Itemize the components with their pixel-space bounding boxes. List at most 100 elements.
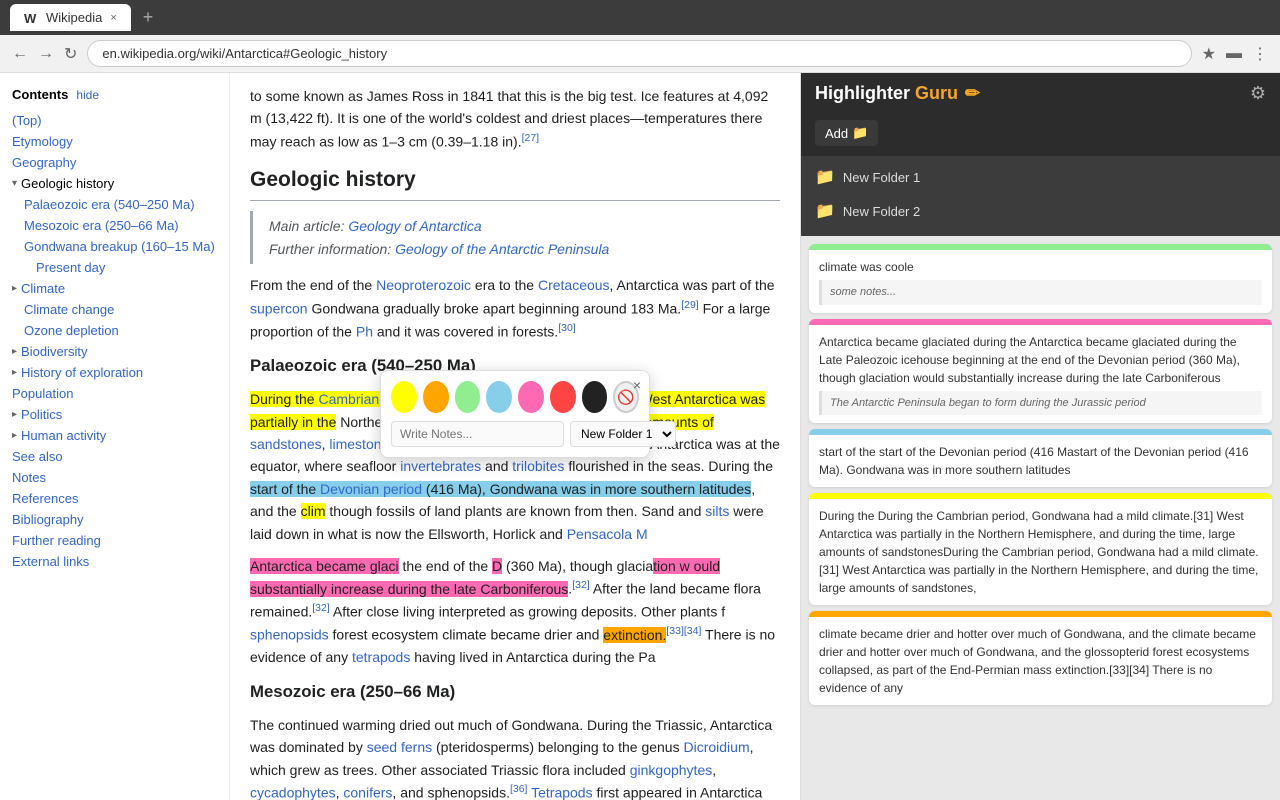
color-swatch-black[interactable] xyxy=(582,381,608,413)
extensions-icon[interactable]: ▬ xyxy=(1226,45,1242,63)
reload-button[interactable]: ↻ xyxy=(64,44,77,64)
new-tab-button[interactable]: + xyxy=(143,7,154,28)
color-swatch-pink[interactable] xyxy=(518,381,544,413)
bookmark-icon[interactable]: ★ xyxy=(1202,44,1216,64)
forward-button[interactable]: → xyxy=(38,45,54,63)
toggle-icon: ▾ xyxy=(12,178,17,189)
sidebar-item-notes[interactable]: Notes xyxy=(0,467,229,488)
highlight-card-2: Antarctica became glaciated during the A… xyxy=(809,319,1272,424)
sidebar-item-mesozoic[interactable]: Mesozoic era (250–66 Ma) xyxy=(0,215,229,236)
hl-devonian-end: D xyxy=(492,558,502,574)
back-button[interactable]: ← xyxy=(12,45,28,63)
folder-select-dropdown[interactable]: New Folder 1 New Folder 2 xyxy=(570,421,676,447)
devonian-period-link[interactable]: Devonian period xyxy=(320,481,422,497)
highlight-card-5: climate became drier and hotter over muc… xyxy=(809,611,1272,705)
color-swatch-row: 🚫 xyxy=(391,381,639,413)
sidebar-item-bibliography[interactable]: Bibliography xyxy=(0,509,229,530)
toggle-icon: ▸ xyxy=(12,283,17,294)
seed-ferns-link[interactable]: seed ferns xyxy=(367,739,432,755)
highlight-note-1: some notes... xyxy=(819,280,1262,305)
sidebar-item-politics[interactable]: ▸ Politics xyxy=(0,404,229,425)
highlight-body-3: start of the start of the Devonian perio… xyxy=(809,435,1272,487)
color-swatch-yellow[interactable] xyxy=(391,381,417,413)
sidebar-item-history-exploration[interactable]: ▸ History of exploration xyxy=(0,362,229,383)
neoproterozoic-link[interactable]: Neoproterozoic xyxy=(376,277,471,293)
sidebar-item-ozone[interactable]: Ozone depletion xyxy=(0,320,229,341)
silts-link[interactable]: silts xyxy=(705,503,729,519)
tetrapods-link2[interactable]: tetrapods xyxy=(352,649,410,665)
color-swatch-red[interactable] xyxy=(550,381,576,413)
folder-item-2[interactable]: 📁 New Folder 2 xyxy=(801,194,1280,228)
ginkgophytes-link[interactable]: ginkgophytes xyxy=(630,762,713,778)
tetrapods-link[interactable]: Tetrapods xyxy=(531,785,592,800)
sidebar-item-geologic-history[interactable]: ▾ Geologic history xyxy=(0,173,229,194)
sidebar-item-present-day[interactable]: Present day xyxy=(0,257,229,278)
address-bar: ← → ↻ en.wikipedia.org/wiki/Antarctica#G… xyxy=(0,35,1280,73)
sidebar-item-label: Further reading xyxy=(12,533,101,548)
color-swatch-green[interactable] xyxy=(455,381,481,413)
invertebrates-link[interactable]: invertebrates xyxy=(400,458,481,474)
sidebar-item-label: References xyxy=(12,491,78,506)
cretaceous-link[interactable]: Cretaceous xyxy=(538,277,610,293)
sidebar-item-top[interactable]: (Top) xyxy=(0,110,229,131)
browser-tab[interactable]: W Wikipedia × xyxy=(10,4,131,31)
settings-icon[interactable]: ⚙ xyxy=(1250,83,1266,104)
sidebar-item-etymology[interactable]: Etymology xyxy=(0,131,229,152)
color-swatch-orange[interactable] xyxy=(423,381,449,413)
further-info-link[interactable]: Geology of the Antarctic Peninsula xyxy=(395,241,609,257)
sidebar-item-further-reading[interactable]: Further reading xyxy=(0,530,229,551)
sidebar-item-label: Present day xyxy=(36,260,105,275)
mesozoic-para: The continued warming dried out much of … xyxy=(250,714,780,800)
geologic-history-heading: Geologic history xyxy=(250,163,780,202)
folder-name-2: New Folder 2 xyxy=(843,204,920,219)
hl-clim: clim xyxy=(301,503,326,519)
pensacola-link[interactable]: Pensacola M xyxy=(567,526,648,542)
trilobites-link[interactable]: trilobites xyxy=(512,458,564,474)
supercontinent-link[interactable]: supercon xyxy=(250,300,308,316)
browser-chrome: W Wikipedia × + xyxy=(0,0,1280,35)
dicroidium-link[interactable]: Dicroidium xyxy=(683,739,749,755)
sidebar-item-label: Human activity xyxy=(21,428,106,443)
menu-icon[interactable]: ⋮ xyxy=(1252,44,1268,64)
logo-guru: Guru xyxy=(915,83,958,103)
sidebar-item-references[interactable]: References xyxy=(0,488,229,509)
highlight-body-4: During the During the Cambrian period, G… xyxy=(809,499,1272,605)
note-input-field[interactable] xyxy=(391,421,564,447)
highlight-body-5: climate became drier and hotter over muc… xyxy=(809,617,1272,705)
sphenopsids-link2[interactable]: sphenopsids xyxy=(250,627,329,643)
sidebar-item-external-links[interactable]: External links xyxy=(0,551,229,572)
main-article-link[interactable]: Geology of Antarctica xyxy=(348,218,481,234)
tab-close-button[interactable]: × xyxy=(110,12,116,24)
address-field[interactable]: en.wikipedia.org/wiki/Antarctica#Geologi… xyxy=(87,40,1191,67)
sidebar-item-population[interactable]: Population xyxy=(0,383,229,404)
folder-item-1[interactable]: 📁 New Folder 1 xyxy=(801,160,1280,194)
sidebar-item-biodiversity[interactable]: ▸ Biodiversity xyxy=(0,341,229,362)
hl-climate-drier: extinction. xyxy=(603,627,666,643)
note-text-1: some notes... xyxy=(830,286,896,298)
sidebar-item-gondwana[interactable]: Gondwana breakup (160–15 Ma) xyxy=(0,236,229,257)
folder-icon-2: 📁 xyxy=(815,201,835,221)
highlight-body-1: climate was coole some notes... xyxy=(809,250,1272,313)
cycadophytes-link[interactable]: cycadophytes xyxy=(250,785,336,800)
sidebar-item-see-also[interactable]: See also xyxy=(0,446,229,467)
sidebar-item-climate-change[interactable]: Climate change xyxy=(0,299,229,320)
sandstones-link[interactable]: sandstones xyxy=(250,436,322,452)
phanerozoic-link[interactable]: Ph xyxy=(356,323,373,339)
toc-hide-button[interactable]: hide xyxy=(76,88,99,102)
sidebar-item-human-activity[interactable]: ▸ Human activity xyxy=(0,425,229,446)
add-button[interactable]: Add 📁 xyxy=(815,120,878,146)
antarctica-glaciation-para: Antarctica became glaci the end of the D… xyxy=(250,555,780,669)
conifers-link[interactable]: conifers xyxy=(343,785,392,800)
color-picker-close-button[interactable]: × xyxy=(633,377,641,393)
sidebar-item-label: Politics xyxy=(21,407,62,422)
sidebar-item-label: Etymology xyxy=(12,134,73,149)
sidebar-item-label: Biodiversity xyxy=(21,344,87,359)
panel-toolbar: Add 📁 xyxy=(801,114,1280,156)
color-swatch-blue[interactable] xyxy=(486,381,512,413)
sidebar-item-palaeozoic[interactable]: Palaeozoic era (540–250 Ma) xyxy=(0,194,229,215)
sidebar-item-geography[interactable]: Geography xyxy=(0,152,229,173)
folder-add-icon: 📁 xyxy=(852,125,868,141)
sidebar-item-climate[interactable]: ▸ Climate xyxy=(0,278,229,299)
folder-icon-1: 📁 xyxy=(815,167,835,187)
highlight-card-3: start of the start of the Devonian perio… xyxy=(809,429,1272,487)
